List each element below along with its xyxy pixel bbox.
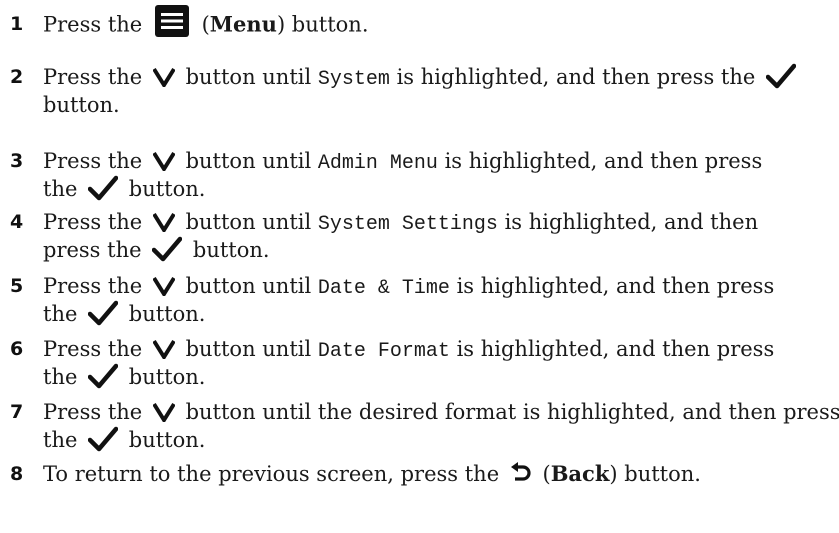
text-fragment: button until the desired format is highl… [178,400,839,424]
step-text-line: Press the button until Admin Menu is hig… [43,147,762,178]
step-number: 2 [10,66,24,88]
text-fragment: button. [186,238,270,262]
step-text-line: Press the (Menu) button. [43,5,369,42]
text-fragment: Press the [43,337,149,361]
down-arrow-icon [149,210,179,234]
step-text-line: the button. [43,426,205,455]
step-text-line: the button. [43,363,205,392]
step-text-line: To return to the previous screen, press … [43,460,701,488]
text-fragment: button. [122,177,206,201]
text-fragment: Press the [43,65,149,89]
text-fragment: the [43,302,85,326]
down-arrow-icon [149,400,179,424]
step-text-line: the button. [43,175,205,204]
down-arrow-icon [149,274,179,298]
text-fragment: the [43,428,85,452]
text-fragment: Press the [43,12,149,37]
text-fragment: ( [535,462,551,486]
step-text-line: Press the button until Date & Time is hi… [43,272,774,303]
button-name: Menu [209,11,277,37]
step-text-line: Press the button until the desired forma… [43,398,839,426]
step-number: 7 [10,401,24,423]
check-icon [148,236,186,262]
text-fragment: is highlighted, and then press the [389,65,762,89]
menu-item-name: Date & Time [317,277,450,300]
text-fragment: Press the [43,149,149,173]
step-text-line: press the button. [43,236,270,265]
down-arrow-icon [149,337,179,361]
menu-icon [149,5,195,37]
text-fragment: button until [178,65,318,89]
down-arrow-icon [149,65,179,89]
down-arrow-icon [149,149,179,173]
step-number: 8 [10,463,24,485]
check-icon [84,363,122,389]
text-fragment: button until [178,274,318,298]
text-fragment: button. [122,302,206,326]
menu-item-name: System Settings [317,213,498,236]
menu-item-name: Admin Menu [317,152,438,175]
step-number: 6 [10,338,24,360]
text-fragment: button. [43,93,120,117]
check-icon [84,175,122,201]
step-text-line: Press the button until System is highlig… [43,63,800,94]
text-fragment: button until [178,210,318,234]
menu-item-name: System [317,68,390,91]
step-number: 3 [10,150,24,172]
text-fragment: Press the [43,400,149,424]
text-fragment: Press the [43,210,149,234]
check-icon [84,426,122,452]
text-fragment: button. [122,428,206,452]
menu-item-name: Date Format [317,340,450,363]
text-fragment: the [43,365,85,389]
step-text-line: the button. [43,300,205,329]
text-fragment: is highlighted, and then press [437,149,763,173]
step-number: 4 [10,211,24,233]
text-fragment: button until [178,337,318,361]
step-text-line: Press the button until Date Format is hi… [43,335,774,366]
back-icon [506,461,536,486]
step-text-line: button. [43,91,120,119]
text-fragment: button until [178,149,318,173]
text-fragment: is highlighted, and then press [449,274,775,298]
text-fragment: To return to the previous screen, press … [43,462,506,486]
step-number: 5 [10,275,24,297]
text-fragment: press the [43,238,149,262]
step-number: 1 [10,13,24,35]
text-fragment: the [43,177,85,201]
text-fragment: ( [194,12,210,37]
button-name: Back [550,461,610,486]
check-icon [84,300,122,326]
step-text-line: Press the button until System Settings i… [43,208,758,239]
text-fragment: button. [122,365,206,389]
text-fragment: Press the [43,274,149,298]
text-fragment: is highlighted, and then press [449,337,775,361]
text-fragment: ) button. [609,462,701,486]
text-fragment: is highlighted, and then [497,210,759,234]
text-fragment: ) button. [276,12,369,37]
check-icon [762,63,800,89]
